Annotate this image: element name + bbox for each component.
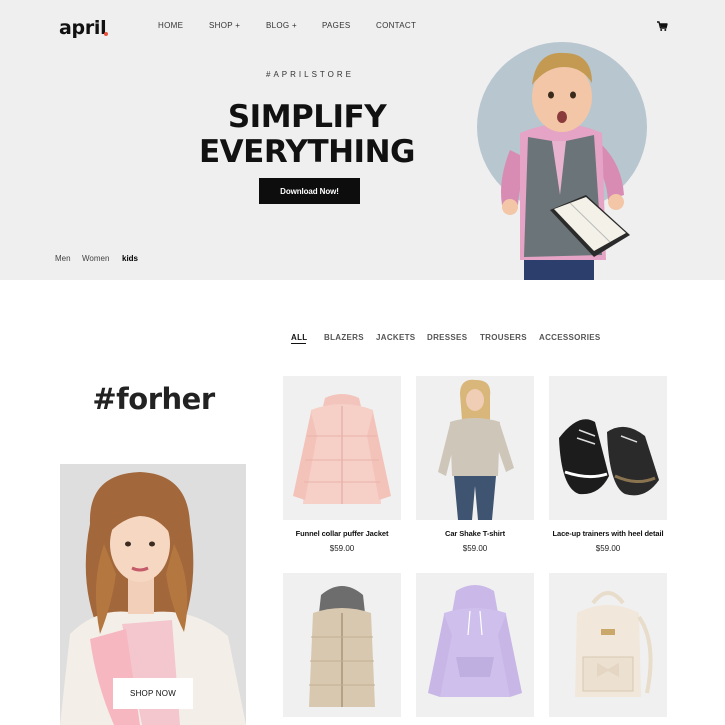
filter-jackets[interactable]: JACKETS: [376, 333, 415, 342]
cart-icon[interactable]: [656, 20, 668, 32]
product-image[interactable]: [416, 376, 534, 520]
brand-logo[interactable]: april: [59, 17, 107, 39]
product-price: $59.00: [329, 544, 355, 553]
hero-section: april HOME SHOP + BLOG + PAGES CONTACT #…: [0, 0, 725, 280]
backpack-image: [575, 591, 653, 697]
filter-accessories[interactable]: ACCESSORIES: [539, 333, 601, 342]
puffer-jacket-image: [293, 394, 391, 504]
puffer-vest-image: [309, 586, 375, 707]
download-now-button[interactable]: Download Now!: [259, 178, 360, 204]
product-card[interactable]: [283, 573, 401, 717]
nav-contact[interactable]: CONTACT: [376, 21, 416, 30]
filter-trousers[interactable]: TROUSERS: [480, 333, 527, 342]
nav-home[interactable]: HOME: [158, 21, 183, 30]
hoodie-image: [428, 585, 522, 697]
product-card[interactable]: Lace-up trainers with heel detail $59.00: [549, 376, 667, 553]
product-price: $59.00: [595, 544, 621, 553]
tshirt-model-image: [438, 379, 514, 520]
filter-blazers[interactable]: BLAZERS: [324, 333, 364, 342]
product-card[interactable]: Funnel collar puffer Jacket $59.00: [283, 376, 401, 553]
sneakers-image: [559, 419, 659, 496]
tab-kids[interactable]: kids: [122, 254, 138, 263]
shop-now-button[interactable]: SHOP NOW: [113, 678, 193, 709]
product-name[interactable]: Funnel collar puffer Jacket: [283, 529, 401, 538]
filter-all[interactable]: ALL: [291, 333, 307, 342]
product-image[interactable]: [549, 573, 667, 717]
product-image[interactable]: [416, 573, 534, 717]
product-name[interactable]: Lace-up trainers with heel detail: [549, 529, 667, 538]
product-name[interactable]: Car Shake T-shirt: [416, 529, 534, 538]
product-image[interactable]: [283, 376, 401, 520]
hero-child-image: [501, 52, 630, 280]
product-image[interactable]: [549, 376, 667, 520]
product-image[interactable]: [283, 573, 401, 717]
product-price: $59.00: [462, 544, 488, 553]
tab-women[interactable]: Women: [82, 254, 109, 263]
product-card[interactable]: Car Shake T-shirt $59.00: [416, 376, 534, 553]
tab-men[interactable]: Men: [55, 254, 71, 263]
active-filter-underline: [291, 343, 306, 344]
nav-blog[interactable]: BLOG +: [266, 21, 297, 30]
nav-shop[interactable]: SHOP +: [209, 21, 240, 30]
product-card[interactable]: [549, 573, 667, 717]
product-card[interactable]: [416, 573, 534, 717]
filter-dresses[interactable]: DRESSES: [427, 333, 467, 342]
nav-pages[interactable]: PAGES: [322, 21, 350, 30]
promo-heading: #forher: [92, 382, 215, 416]
logo-accent-dot: [104, 32, 108, 36]
